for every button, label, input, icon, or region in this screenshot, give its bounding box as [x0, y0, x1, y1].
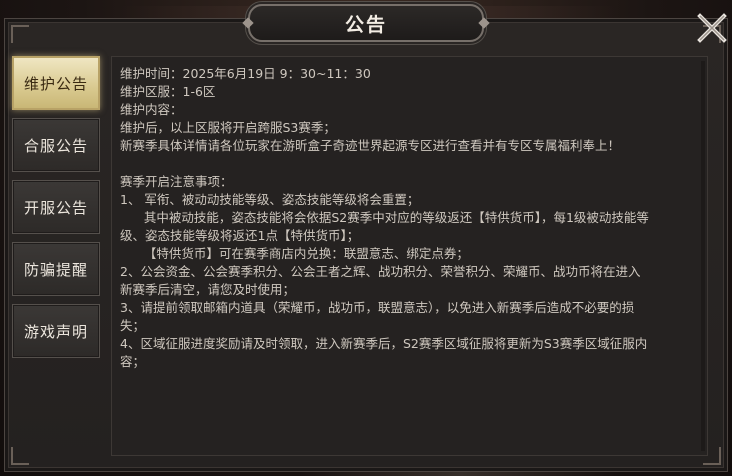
tab-label: 防骗提醒 — [23, 260, 88, 279]
content-line: 维护时间：2025年6月19日 9：30~11：30 — [120, 66, 371, 81]
content-line: 赛季开启注意事项： — [120, 174, 233, 189]
content-line: 其中被动技能，姿态技能将会依据S2赛季中对应的等级返还【特供货币】，每1级被动技… — [120, 210, 649, 225]
tab-game-statement[interactable]: 游戏声明 — [12, 304, 100, 358]
content-line: 维护内容： — [120, 102, 183, 117]
tab-label: 合服公告 — [23, 136, 88, 155]
content-line: 4、区域征服进度奖励请及时领取，进入新赛季后，S2赛季区域征服将更新为S3赛季区… — [120, 336, 648, 351]
announcement-body: 维护时间：2025年6月19日 9：30~11：30 维护区服：1-6区 维护内… — [120, 65, 699, 371]
content-line: 级、姿态技能等级将返还1点【特供货币】； — [120, 228, 360, 243]
announcement-content-panel[interactable]: 维护时间：2025年6月19日 9：30~11：30 维护区服：1-6区 维护内… — [111, 56, 708, 456]
content-line — [120, 155, 699, 173]
tab-label: 维护公告 — [23, 74, 88, 93]
announcement-category-tabs: 维护公告 合服公告 开服公告 防骗提醒 游戏声明 — [12, 56, 102, 366]
content-line: 2、公会资金、公会赛季积分、公会王者之辉、战功积分、荣誉积分、荣耀币、战功币将在… — [120, 264, 641, 279]
announcement-screen: 公告 维护公告 合服公告 开服公告 防骗提醒 游戏声明 维护时间：2025年6月… — [0, 0, 732, 476]
content-line: 维护后，以上区服将开启跨服S3赛季； — [120, 120, 336, 135]
frame-corner — [11, 447, 29, 465]
dialog-title: 公告 — [344, 13, 387, 36]
content-line: 【特供货币】可在赛季商店内兑换：联盟意志、绑定点券； — [120, 246, 469, 261]
close-button[interactable] — [694, 10, 730, 46]
tab-maintenance-notice[interactable]: 维护公告 — [12, 56, 100, 110]
content-line: 1、 军衔、被动动技能等级、姿态技能等级将会重置； — [120, 192, 420, 207]
content-line: 失； — [120, 318, 146, 333]
title-plate: 公告 — [248, 4, 484, 42]
content-line: 3、请提前领取邮箱内道具（荣耀币，战功币，联盟意志），以免进入新赛季后造成不必要… — [120, 300, 635, 315]
close-icon — [697, 13, 727, 43]
tab-server-merge-notice[interactable]: 合服公告 — [12, 118, 100, 172]
tab-label: 游戏声明 — [23, 322, 88, 341]
content-line: 容； — [120, 354, 146, 369]
frame-corner — [11, 25, 29, 43]
tab-server-open-notice[interactable]: 开服公告 — [12, 180, 100, 234]
tab-anti-fraud-reminder[interactable]: 防骗提醒 — [12, 242, 100, 296]
content-line: 新赛季具体详情请各位玩家在游昕盒子奇迹世界起源专区进行查看并有专区专属福利奉上！ — [120, 138, 621, 153]
content-line: 维护区服：1-6区 — [120, 84, 216, 99]
content-line: 新赛季后清空，请您及时使用； — [120, 282, 296, 297]
tab-label: 开服公告 — [23, 198, 88, 217]
content-scrollbar[interactable] — [701, 61, 705, 451]
